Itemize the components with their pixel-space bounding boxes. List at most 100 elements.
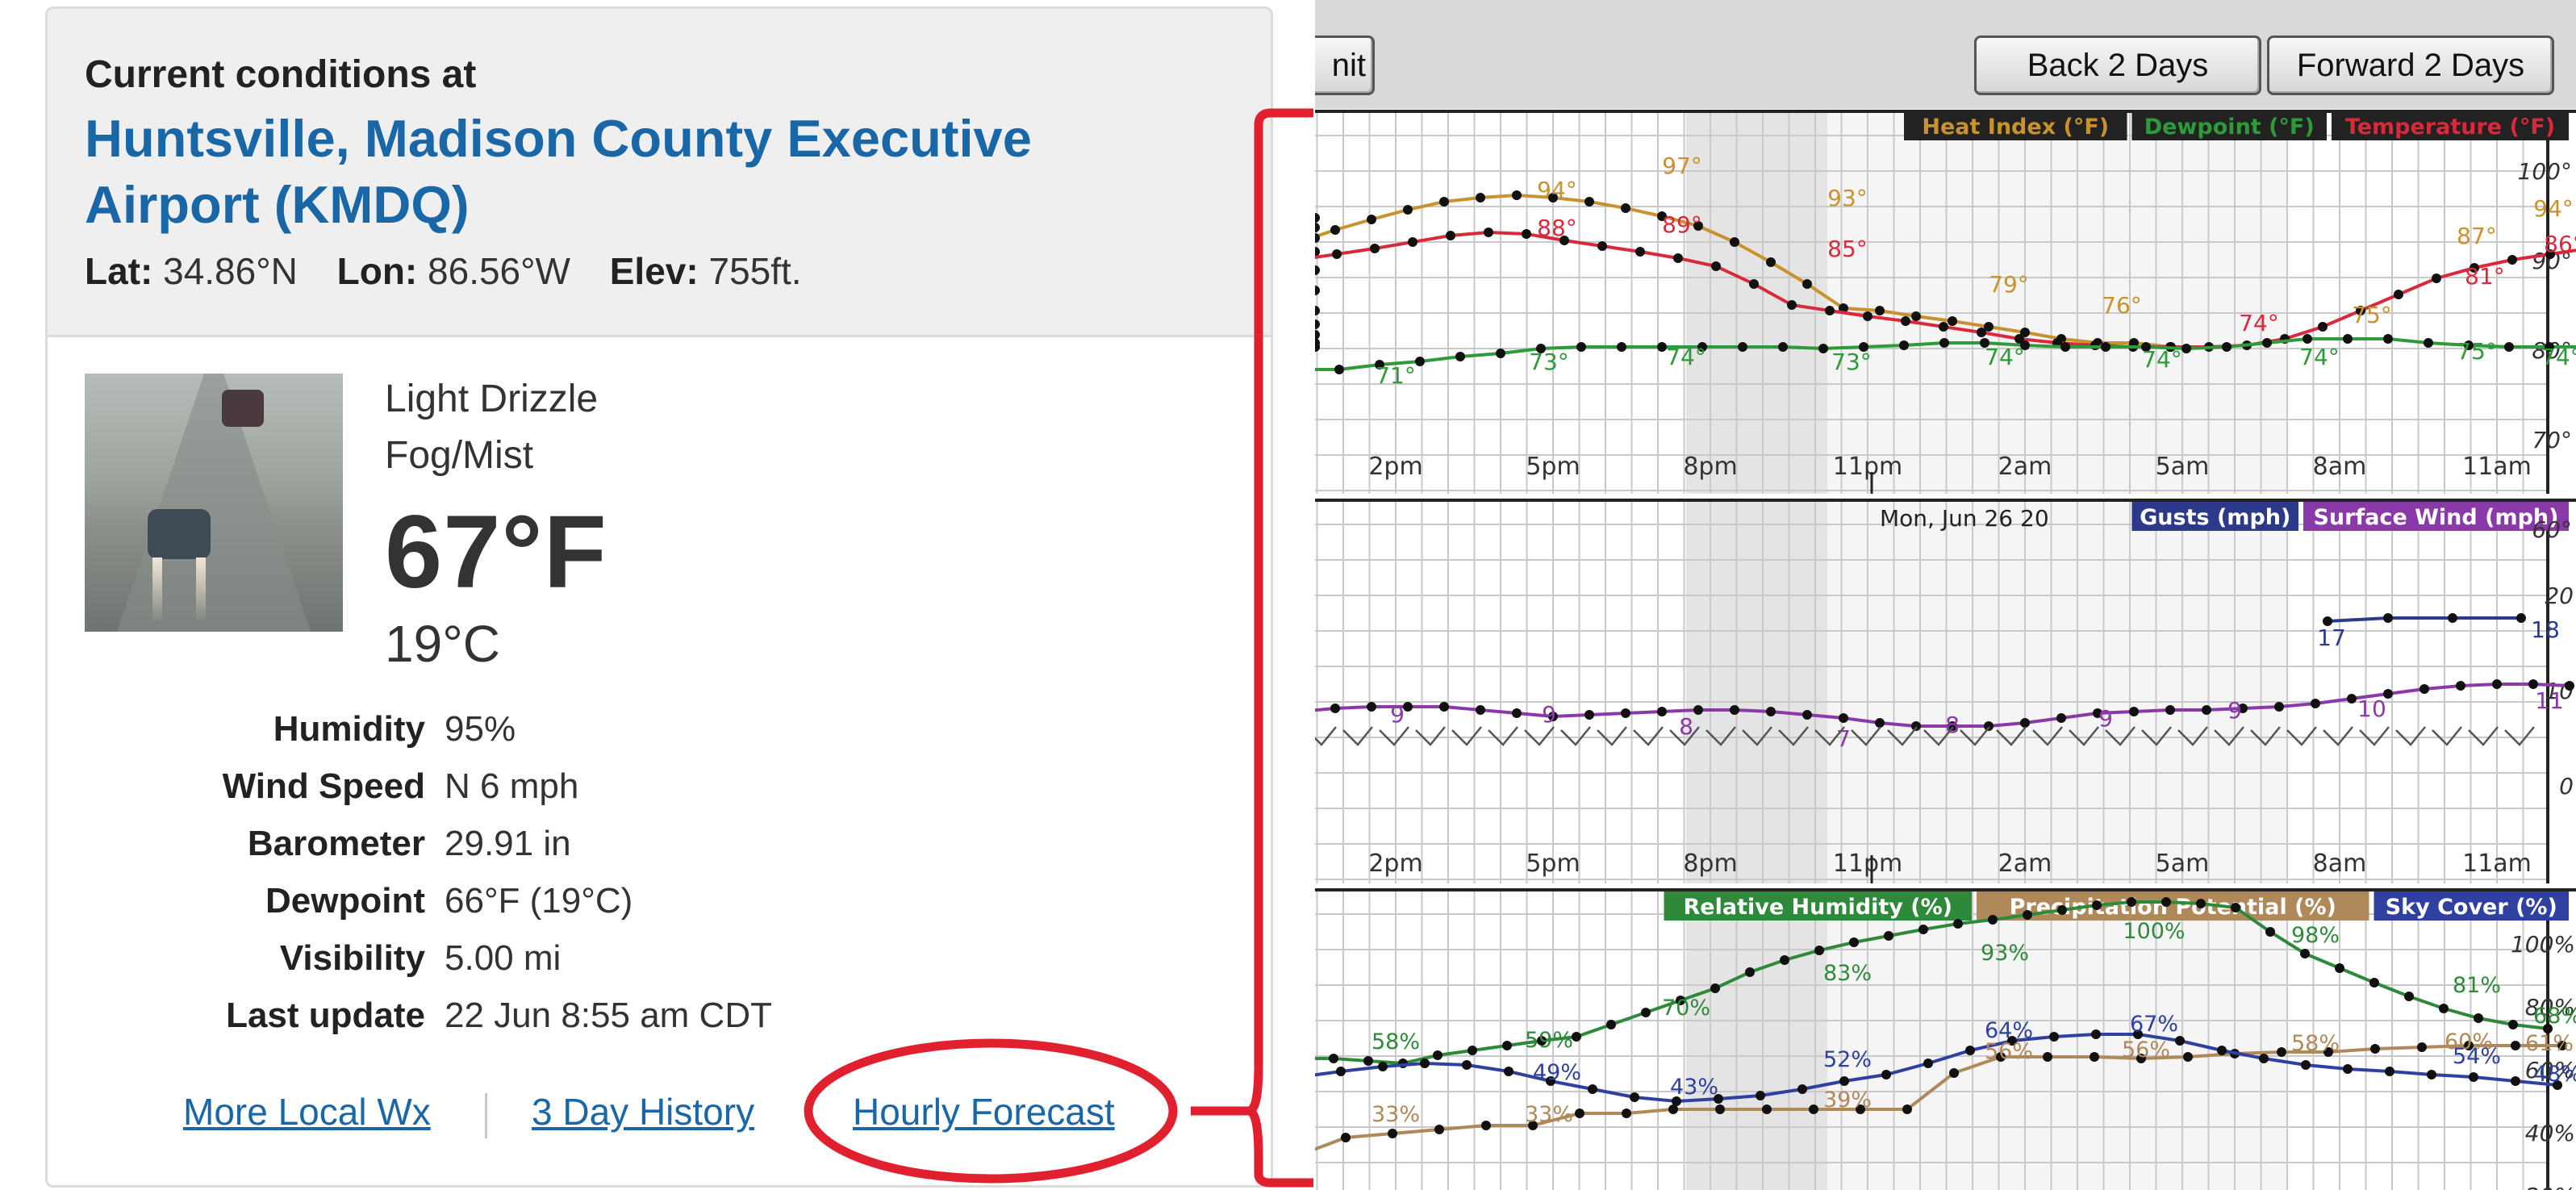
temperature-point (1408, 237, 1417, 247)
legend-label: Temperature (°F) (2345, 115, 2555, 140)
temperature-value-label: 74° (2239, 310, 2279, 336)
dewpoint-point (1818, 344, 1828, 353)
heat-index-point (1911, 311, 1921, 321)
dewpoint-point (2424, 338, 2433, 348)
humidity-value-label: 59% (1525, 1028, 1573, 1053)
dewpoint-value-label: 74° (1985, 344, 2025, 370)
wind-value-label: 9 (2227, 697, 2242, 724)
sky-value-label: 49% (1533, 1060, 1581, 1085)
precipitation-potential-point (2090, 1052, 2099, 1062)
more-local-wx-link[interactable]: More Local Wx (183, 1090, 431, 1134)
heat-index-point (1330, 225, 1340, 235)
heat-index-value-label: 94° (1537, 177, 1577, 203)
time-tick-label: 11am (2462, 453, 2532, 481)
detail-label: Last update (226, 996, 425, 1035)
legend-label: Sky Cover (%) (2386, 895, 2557, 920)
temperature-point (1825, 306, 1835, 315)
station-coordinates: Lat: 34.86°N Lon: 86.56°W Elev: 755ft. (85, 249, 802, 293)
dewpoint-value-label: 75° (2457, 338, 2497, 365)
heat-index-point (1512, 190, 1522, 200)
sky-cover-point (1462, 1060, 1472, 1070)
sky-cover-point (1881, 1070, 1891, 1079)
relative-humidity-point (1884, 931, 1893, 941)
temperature-point (2318, 322, 2328, 332)
hourly-forecast-link[interactable]: Hourly Forecast (853, 1090, 1115, 1134)
surface-wind-point (1330, 704, 1340, 713)
relative-humidity-point (1814, 946, 1824, 955)
sky-cover-point (1923, 1058, 1933, 1068)
precipitation-potential-point (1762, 1104, 1772, 1114)
detail-value: 95% (445, 709, 516, 749)
detail-label: Humidity (273, 709, 425, 749)
temperature-point (1673, 253, 1683, 263)
temperature-point (1787, 300, 1797, 310)
surface-wind-point (1439, 702, 1449, 712)
sky-cover-point (1336, 1067, 1346, 1076)
temperature-point (1332, 249, 1342, 259)
night-shade-dark-1 (1827, 500, 2287, 883)
temperature-point (1597, 241, 1607, 251)
temperature-point (1901, 316, 1910, 326)
legend-label: Gusts (mph) (2140, 505, 2290, 530)
relative-humidity-point (1953, 919, 1963, 929)
legend-label: Heat Index (°F) (1922, 115, 2109, 140)
time-tick-label: 8pm (1683, 850, 1737, 878)
sky-cover-point (1965, 1046, 1975, 1055)
dewpoint-point (1415, 357, 1425, 366)
time-tick-label: 8am (2313, 453, 2367, 481)
relative-humidity-point (1918, 925, 1928, 934)
heat-index-point (1621, 203, 1630, 213)
wind-value-label: 9 (1542, 701, 1556, 728)
dewpoint-value-label: 71° (1376, 362, 1416, 389)
temperature-point (2432, 273, 2441, 283)
heat-index-point (1476, 193, 1485, 203)
surface-wind-point (2456, 681, 2465, 691)
dewpoint-point (2060, 342, 2070, 352)
surface-wind-point (1621, 708, 1630, 718)
time-tick-label: 5am (2156, 453, 2210, 481)
surface-wind-point (2419, 684, 2429, 694)
heat-index-value-label: 87° (2457, 223, 2497, 249)
temperature-fahrenheit: 67°F (385, 495, 607, 610)
surface-wind-point (1911, 721, 1921, 731)
sky-cover-point (1797, 1084, 1807, 1094)
surface-wind-point (2202, 705, 2211, 715)
heat-index-value-label: 75° (2352, 302, 2392, 328)
sky-cover-point (1630, 1092, 1639, 1102)
relative-humidity-point (1502, 1041, 1512, 1050)
gusts-point (2383, 613, 2393, 623)
sky-value-label: 52% (1823, 1047, 1872, 1072)
relative-humidity-point (1329, 1054, 1338, 1063)
station-header: Current conditions at Huntsville, Madiso… (48, 9, 1271, 337)
sky-cover-point (2301, 1060, 2311, 1070)
surface-wind-point (2492, 679, 2502, 689)
relative-humidity-point (2404, 992, 2414, 1001)
heat-index-point (1766, 257, 1776, 267)
surface-wind-point (1512, 708, 1522, 718)
precipitation-potential-point (1715, 1104, 1725, 1114)
lat-value: 34.86°N (163, 250, 298, 292)
night-shade-1 (1686, 500, 1827, 883)
sky-cover-point (2259, 1054, 2269, 1063)
pct-axis-label: 100% (2511, 931, 2575, 958)
legend-label: Relative Humidity (%) (1684, 895, 1952, 920)
surface-wind-point (1875, 718, 1885, 728)
weather-description-1: Light Drizzle (385, 378, 599, 420)
relative-humidity-point (1988, 915, 1998, 925)
gusts-point (2516, 613, 2526, 623)
elev-value: 755ft. (708, 250, 802, 292)
dewpoint-point (2101, 342, 2110, 352)
detail-label: Dewpoint (265, 881, 425, 921)
temperature-value-label: 89° (1662, 211, 1702, 238)
dewpoint-point (2262, 338, 2272, 348)
precipitation-potential-point (1388, 1129, 1397, 1138)
three-day-history-link[interactable]: 3 Day History (532, 1090, 754, 1134)
surface-wind-point (1657, 707, 1667, 716)
relative-humidity-point (2231, 903, 2240, 912)
sky-cover-point (1839, 1076, 1849, 1086)
sky-value-label: 43% (1670, 1075, 1718, 1100)
detail-value: N 6 mph (445, 766, 579, 806)
temp-axis-label: 100° (2518, 158, 2572, 185)
time-tick-label: 11pm (1833, 453, 1902, 481)
temperature-value-label: 85° (1827, 236, 1868, 262)
